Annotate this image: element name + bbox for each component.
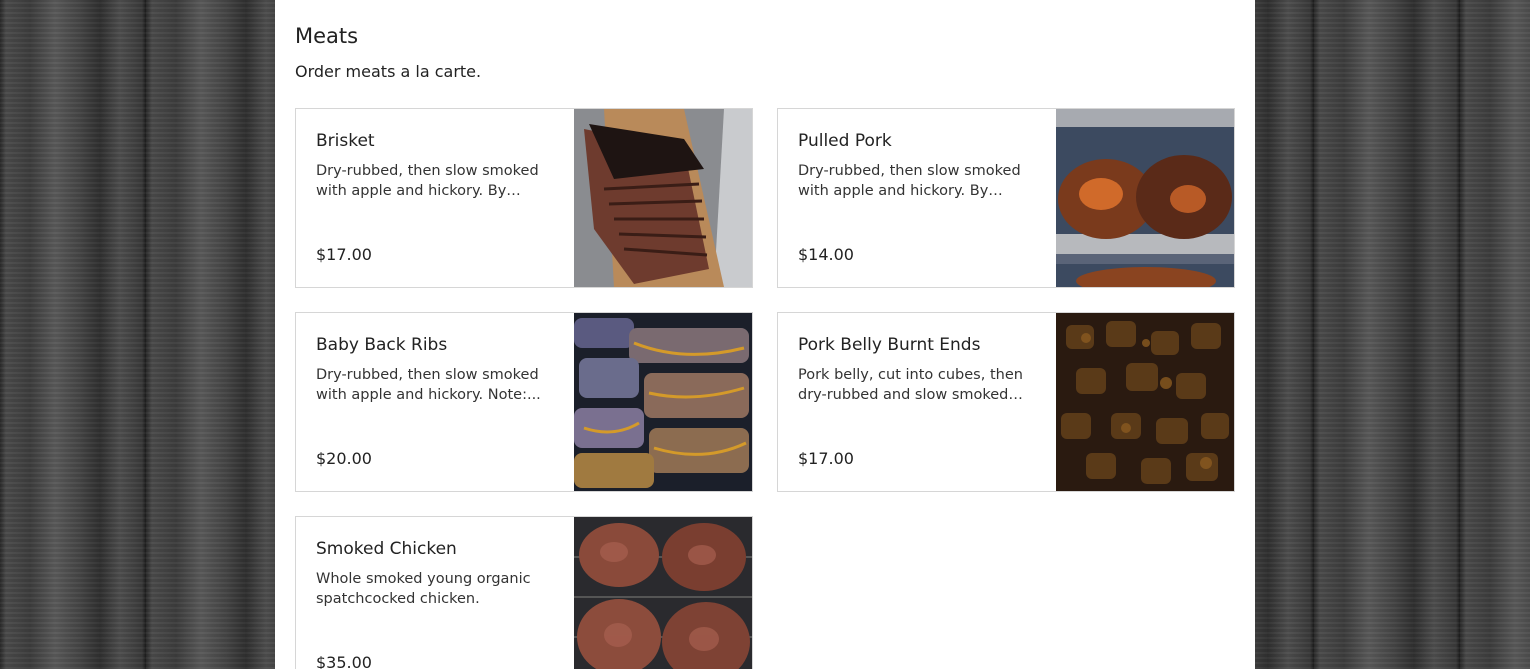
menu-item-card[interactable]: Brisket Dry-rubbed, then slow smoked wit…: [295, 108, 753, 288]
menu-item-card[interactable]: Pulled Pork Dry-rubbed, then slow smoked…: [777, 108, 1235, 288]
menu-section-panel: Meats Order meats a la carte. Brisket Dr…: [275, 0, 1255, 669]
item-description: Whole smoked young organic spatchcocked …: [316, 571, 531, 607]
section-title: Meats: [295, 24, 359, 48]
item-name: Brisket: [316, 131, 375, 151]
ribs-photo: [574, 313, 752, 491]
chicken-photo: [574, 517, 752, 669]
item-price: $35.00: [316, 653, 372, 669]
menu-item-card[interactable]: Pork Belly Burnt Ends Pork belly, cut in…: [777, 312, 1235, 492]
item-name: Baby Back Ribs: [316, 335, 448, 355]
item-price: $17.00: [316, 245, 372, 264]
pulled-pork-photo: [1056, 109, 1234, 287]
burnt-ends-photo: [1056, 313, 1234, 491]
item-name: Pulled Pork: [798, 131, 892, 151]
item-description: Pork belly, cut into cubes, then dry-rub…: [798, 367, 1023, 403]
menu-item-card[interactable]: Baby Back Ribs Dry-rubbed, then slow smo…: [295, 312, 753, 492]
brisket-photo: [574, 109, 752, 287]
item-name: Pork Belly Burnt Ends: [798, 335, 981, 355]
item-name: Smoked Chicken: [316, 539, 457, 559]
item-description: Dry-rubbed, then slow smoked with apple …: [316, 163, 539, 199]
item-price: $17.00: [798, 449, 854, 468]
item-description: Dry-rubbed, then slow smoked with apple …: [798, 163, 1021, 199]
item-description: Dry-rubbed, then slow smoked with apple …: [316, 367, 541, 403]
item-price: $14.00: [798, 245, 854, 264]
item-price: $20.00: [316, 449, 372, 468]
menu-item-card[interactable]: Smoked Chicken Whole smoked young organi…: [295, 516, 753, 669]
section-subtitle: Order meats a la carte.: [295, 62, 482, 81]
